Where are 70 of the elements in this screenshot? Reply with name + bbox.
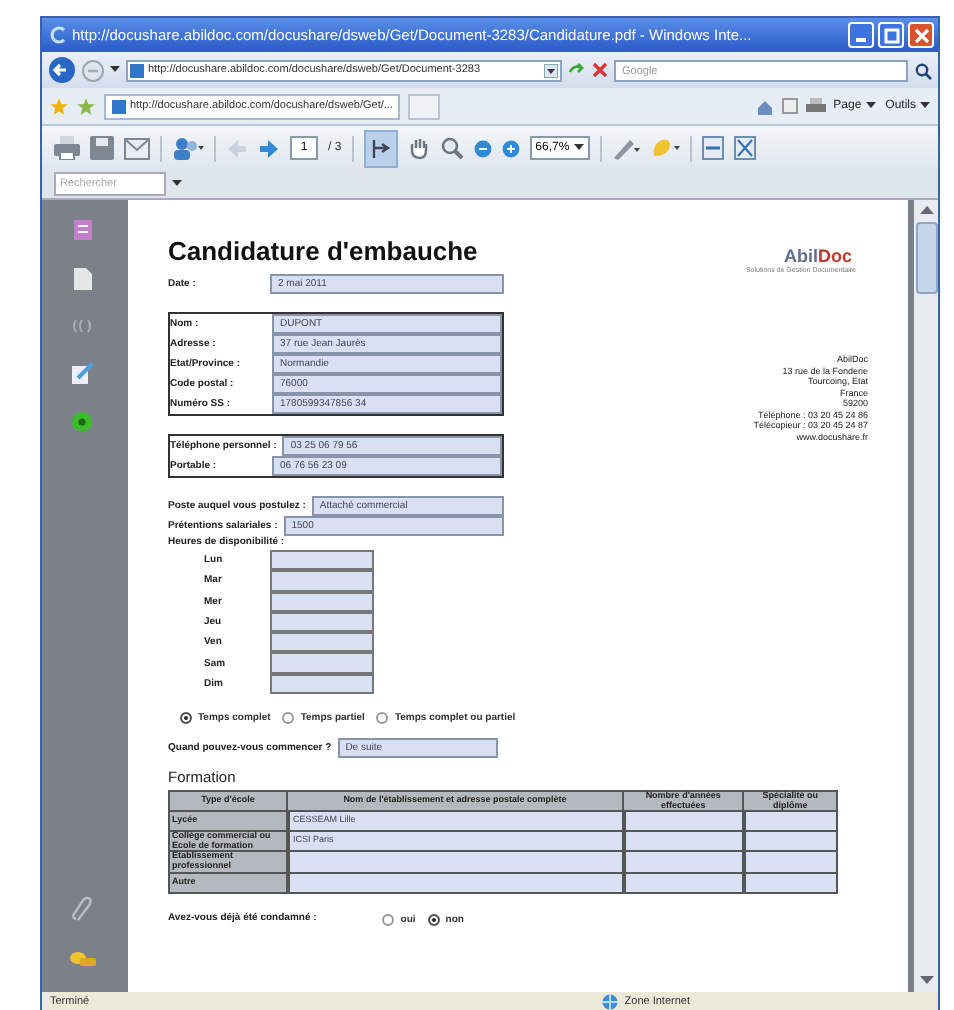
page-icon: [112, 99, 126, 113]
globe-icon: [602, 993, 619, 1009]
paperclip-icon[interactable]: [72, 896, 92, 922]
browser-logo-icon: [50, 26, 68, 44]
home-icon[interactable]: [755, 97, 774, 115]
caret-icon: [573, 144, 584, 152]
company-logo: AbilDoc: [783, 246, 852, 266]
input-field[interactable]: [270, 652, 374, 674]
radio-button[interactable]: [180, 712, 192, 725]
input-field[interactable]: [270, 550, 374, 571]
text-cursor-icon: [369, 137, 392, 159]
input-field[interactable]: [270, 570, 374, 592]
maximize-button[interactable]: [878, 22, 904, 48]
input-field[interactable]: [623, 811, 744, 832]
input-field[interactable]: [743, 831, 837, 852]
pen-icon[interactable]: [611, 136, 640, 160]
fit-page-icon[interactable]: [701, 136, 724, 160]
input-field[interactable]: [287, 872, 623, 893]
page-icon: [130, 63, 144, 77]
zoom-in-icon[interactable]: [501, 139, 520, 157]
magnifier-icon[interactable]: [439, 136, 464, 160]
refresh-icon[interactable]: [568, 62, 586, 78]
input-field[interactable]: [270, 632, 374, 653]
radio-button[interactable]: [382, 913, 395, 926]
radio-button[interactable]: [427, 913, 440, 926]
pages-icon[interactable]: [73, 220, 91, 240]
close-button[interactable]: [908, 22, 934, 48]
scrollbar-thumb[interactable]: [915, 222, 937, 294]
caret-icon: [865, 102, 876, 110]
printer-icon[interactable]: [54, 136, 80, 160]
edit-icon[interactable]: [71, 362, 93, 384]
input-field[interactable]: [743, 811, 837, 832]
dropdown-icon[interactable]: [172, 180, 182, 188]
dropdown-icon[interactable]: [544, 63, 558, 77]
radio-button[interactable]: [282, 712, 295, 725]
select-tool-button[interactable]: [363, 129, 398, 167]
dropdown-icon[interactable]: [110, 66, 120, 74]
zoom-out-icon[interactable]: [473, 139, 492, 157]
scrollbar[interactable]: [914, 200, 938, 992]
input-field[interactable]: [270, 611, 374, 633]
radio-button[interactable]: [376, 712, 389, 725]
hand-icon[interactable]: [407, 136, 430, 160]
form-title: Candidature d'embauche: [168, 236, 478, 266]
close-icon: [913, 27, 929, 43]
input-field[interactable]: [287, 851, 623, 873]
envelope-icon[interactable]: [124, 137, 150, 159]
scroll-down-icon[interactable]: [919, 976, 933, 986]
full-screen-icon[interactable]: [733, 136, 756, 160]
input-field[interactable]: [743, 851, 837, 873]
back-icon[interactable]: [48, 56, 76, 84]
printer-icon[interactable]: [805, 98, 826, 114]
input-field[interactable]: [623, 851, 744, 873]
minimize-button[interactable]: [848, 22, 874, 48]
add-favorite-icon[interactable]: [76, 97, 96, 115]
scroll-up-icon[interactable]: [919, 206, 933, 216]
star-icon[interactable]: [50, 97, 68, 115]
maximize-icon: [883, 27, 899, 43]
document-icon[interactable]: [73, 268, 91, 290]
input-field[interactable]: [270, 591, 374, 612]
next-page-icon[interactable]: [258, 137, 280, 159]
input-field[interactable]: [270, 673, 374, 695]
people-icon[interactable]: [172, 136, 204, 160]
round-button-icon[interactable]: [72, 412, 92, 432]
caret-icon: [920, 102, 930, 110]
stop-icon[interactable]: [592, 62, 608, 78]
input-field[interactable]: [623, 872, 744, 893]
input-field[interactable]: [743, 872, 837, 893]
search-icon[interactable]: [914, 61, 932, 79]
input-field[interactable]: [623, 831, 744, 852]
save-icon[interactable]: [90, 136, 114, 160]
